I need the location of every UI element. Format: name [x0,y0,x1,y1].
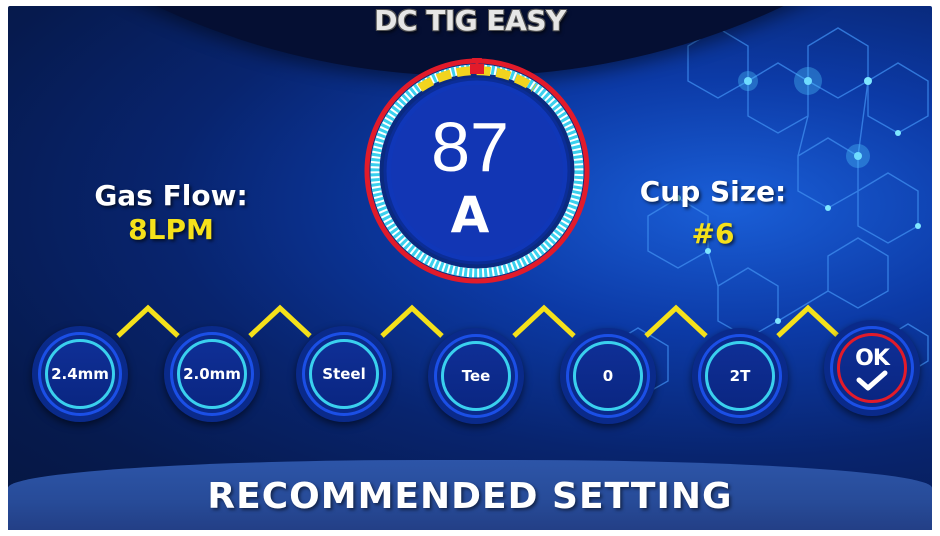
footer-title: RECOMMENDED SETTING [207,476,733,517]
checkmark-icon [856,370,888,391]
position-option[interactable]: 0 [560,328,656,424]
option-label: Steel [322,365,366,383]
material-option[interactable]: Steel [296,326,392,422]
trigger-mode-option[interactable]: 2T [692,328,788,424]
gas-flow-value: 8LPM [128,213,214,246]
cup-size-label: Cup Size: [639,175,787,208]
cup-size-value: #6 [691,217,735,250]
gas-flow-label: Gas Flow: [94,179,248,212]
ok-label: OK [855,346,890,371]
option-label: 2.4mm [51,365,109,383]
electrode-size-option[interactable]: 2.4mm [32,326,128,422]
joint-type-option[interactable]: Tee [428,328,524,424]
current-value: 87 [431,108,509,186]
option-label: 2.0mm [183,365,241,383]
filler-size-option[interactable]: 2.0mm [164,326,260,422]
mode-title: DC TIG EASY [374,4,566,37]
option-label: 0 [602,367,614,385]
option-label: Tee [461,367,491,385]
option-label: 2T [729,367,751,385]
ok-button[interactable]: OK [824,320,920,416]
